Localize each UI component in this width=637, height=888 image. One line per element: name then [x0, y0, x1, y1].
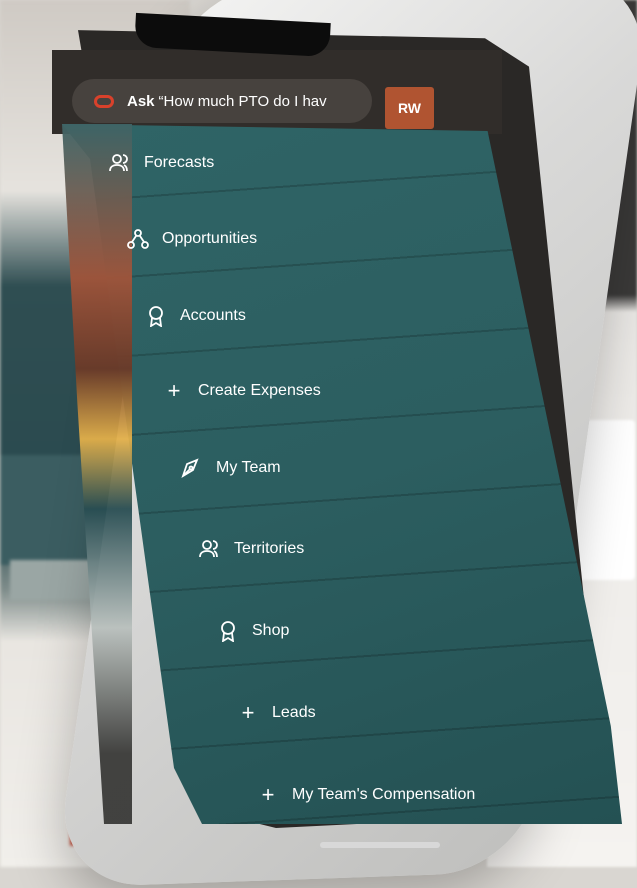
award-icon [216, 620, 240, 642]
menu-item-label: Create Expenses [198, 382, 321, 399]
plus-icon: + [167, 378, 181, 403]
menu-item-label: Accounts [180, 307, 246, 324]
menu-item-territories[interactable]: Territories [198, 538, 304, 560]
people-icon [108, 152, 132, 174]
menu-item-label: Shop [252, 622, 290, 639]
user-avatar[interactable]: RW [385, 87, 434, 129]
menu-item-accounts[interactable]: Accounts [144, 305, 246, 327]
menu-item-label: Leads [272, 704, 316, 721]
home-indicator [320, 842, 440, 848]
ask-label: Ask [127, 92, 155, 110]
menu-item-leads[interactable]: + Leads [236, 702, 316, 724]
plus-icon: + [241, 700, 255, 725]
menu-item-shop[interactable]: Shop [216, 620, 289, 642]
menu-item-label: Forecasts [144, 154, 215, 171]
menu-item-label: Territories [234, 540, 305, 557]
menu-item-opportunities[interactable]: Opportunities [126, 228, 257, 250]
people-icon [198, 538, 222, 560]
pen-icon [180, 457, 204, 479]
menu-item-my-team[interactable]: My Team [180, 457, 281, 479]
menu-item-label: My Team's Compensation [292, 786, 476, 803]
ask-search-bar[interactable]: Ask “How much PTO do I hav [72, 79, 372, 123]
search-query-text: “How much PTO do I hav [158, 92, 327, 110]
menu-item-forecasts[interactable]: Forecasts [108, 152, 214, 174]
oracle-logo-icon [94, 94, 114, 108]
hierarchy-icon [126, 228, 150, 250]
menu-item-create-expenses[interactable]: + Create Expenses [162, 380, 321, 402]
award-icon [144, 305, 168, 327]
menu-item-label: My Team [216, 459, 281, 476]
plus-icon: + [261, 782, 275, 807]
menu-item-my-teams-compensation[interactable]: + My Team's Compensation [256, 782, 476, 807]
menu-item-label: Opportunities [162, 230, 258, 247]
